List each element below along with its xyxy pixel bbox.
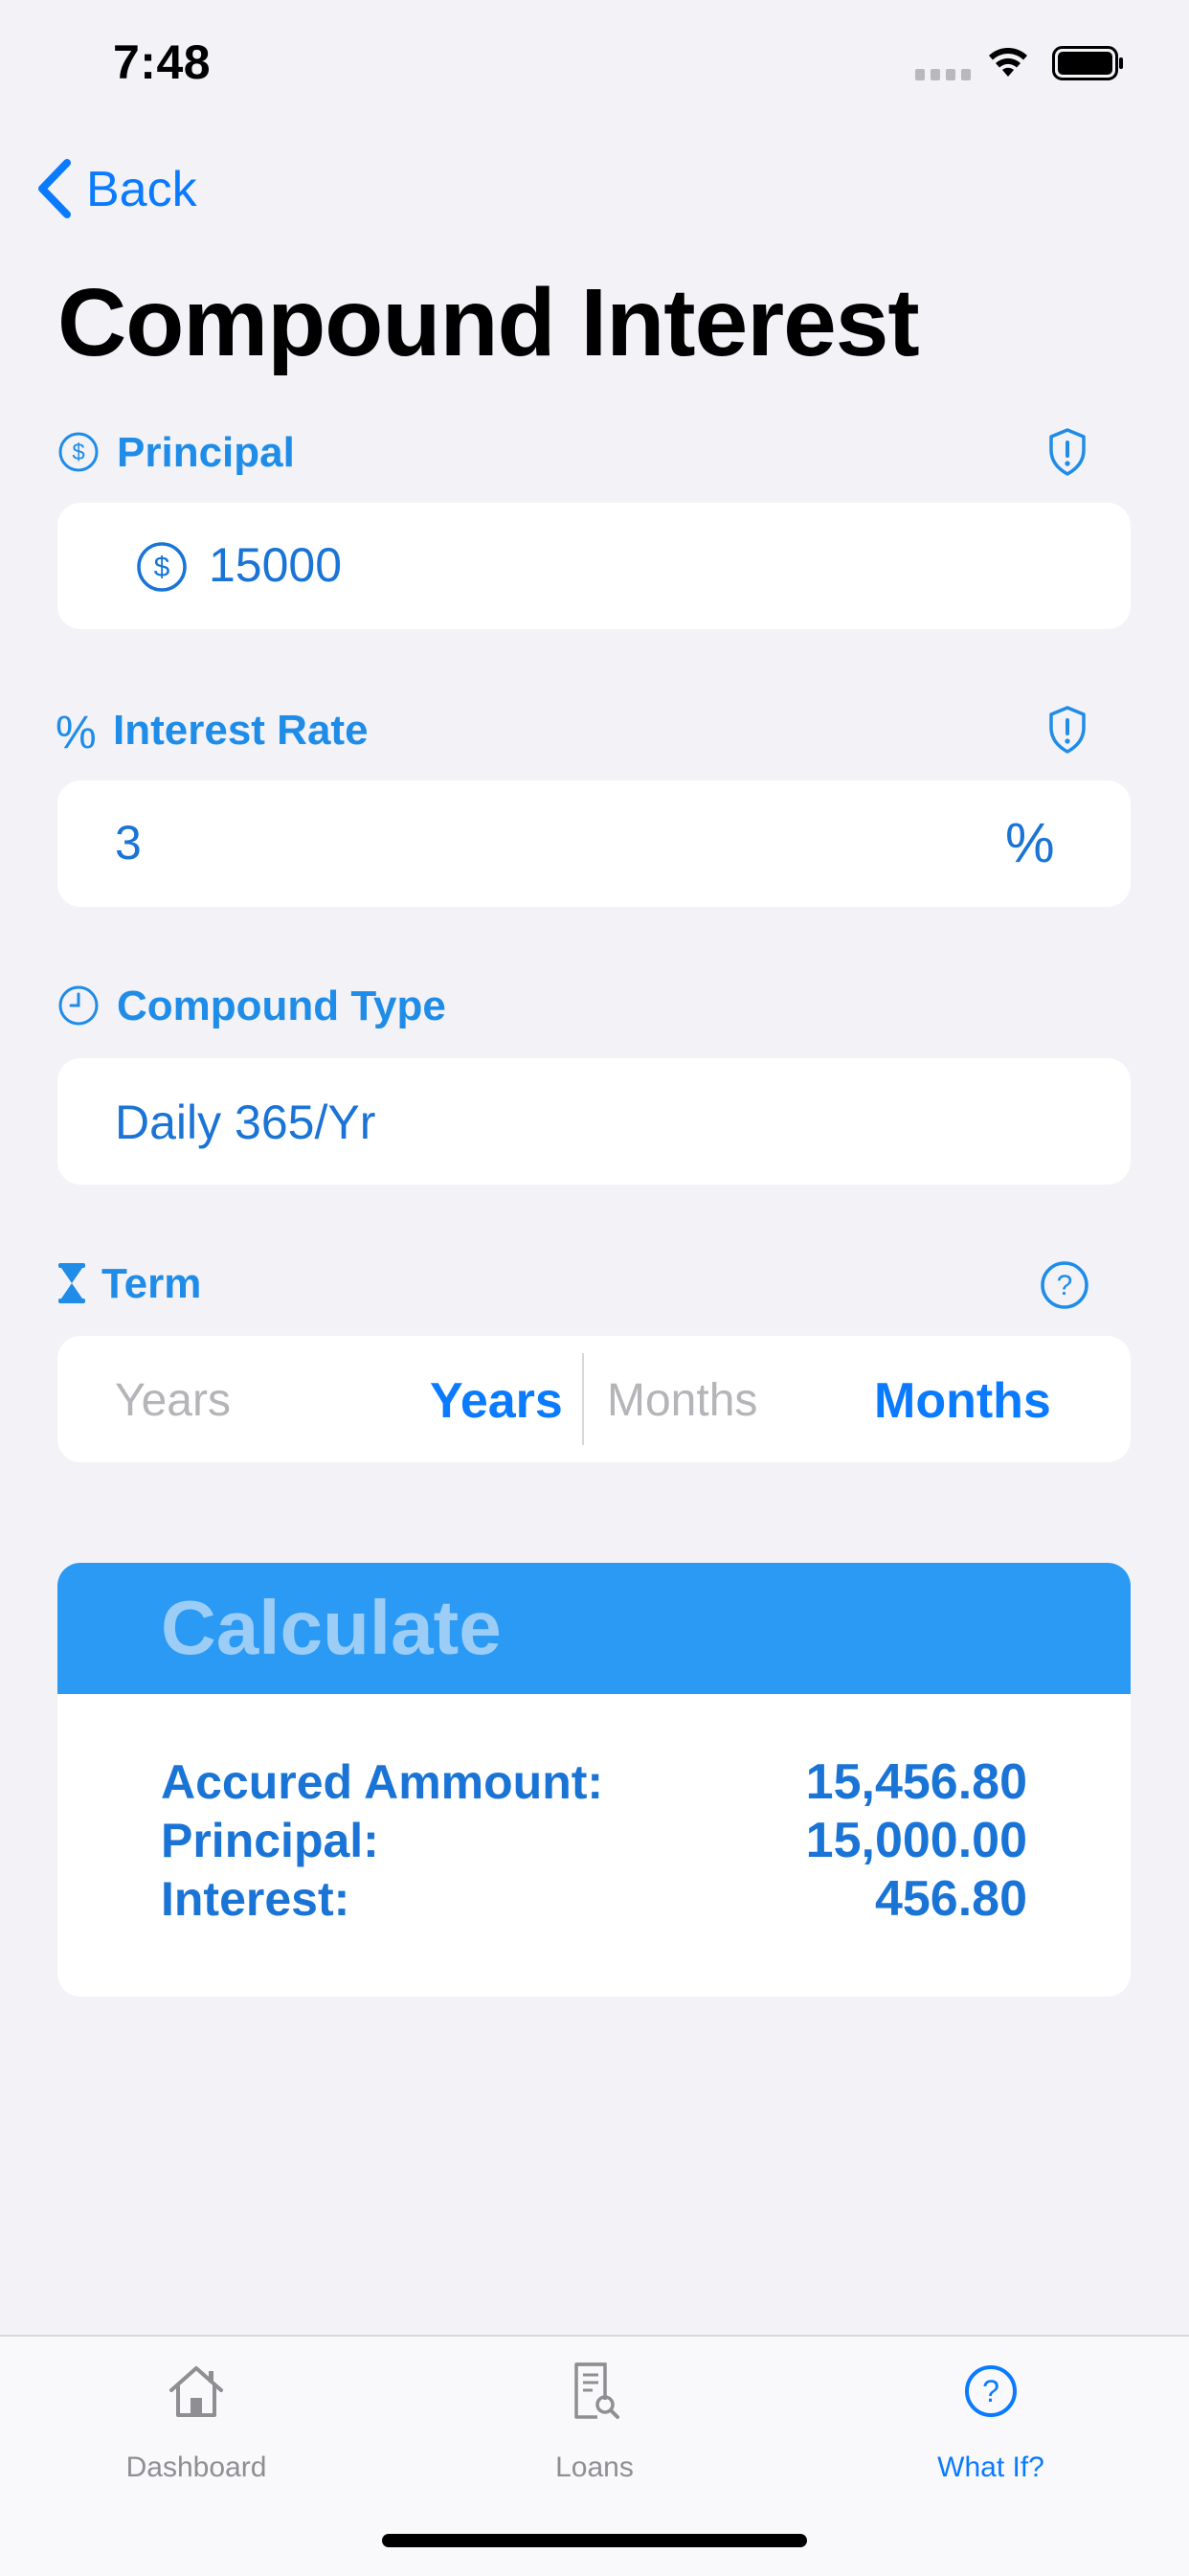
- clock-icon: [58, 985, 99, 1026]
- document-search-icon: [574, 2362, 619, 2419]
- calculate-button[interactable]: Calculate: [57, 1563, 1131, 1694]
- calculate-label: Calculate: [161, 1585, 502, 1670]
- svg-text:$: $: [72, 440, 84, 465]
- battery-icon: [1052, 46, 1123, 80]
- home-indicator[interactable]: [382, 2534, 807, 2547]
- question-circle-icon: ?: [965, 2365, 1017, 2417]
- compound-type-value[interactable]: Daily 365/Yr: [115, 1095, 375, 1150]
- months-unit-label: Months: [874, 1373, 1051, 1429]
- term-input-group: Years Years Months Months: [57, 1336, 1131, 1462]
- compound-type-label: Compound Type: [117, 983, 446, 1029]
- years-input[interactable]: Years: [115, 1374, 231, 1427]
- interest-rate-value[interactable]: 3: [115, 815, 142, 870]
- results-card: Calculate Accured Ammount: 15,456.80 Pri…: [57, 1563, 1131, 1997]
- interest-result-label: Interest:: [161, 1872, 350, 1926]
- percent-unit: %: [1005, 812, 1055, 874]
- tab-what-if[interactable]: ? What If?: [900, 2337, 1082, 2490]
- principal-result-label: Principal:: [161, 1814, 379, 1867]
- wifi-icon: [989, 48, 1027, 77]
- tab-label: Loans: [555, 2452, 634, 2483]
- page-title: Compound Interest: [57, 269, 920, 376]
- status-time: 7:48: [113, 35, 212, 89]
- back-chevron-icon[interactable]: [34, 157, 75, 220]
- interest-result-value: 456.80: [874, 1871, 1027, 1927]
- months-input[interactable]: Months: [607, 1374, 757, 1427]
- principal-label: Principal: [117, 429, 295, 476]
- interest-rate-label: Interest Rate: [113, 707, 369, 754]
- principal-field[interactable]: $ 15000: [57, 503, 1131, 629]
- question-circle-icon[interactable]: ?: [1040, 1260, 1089, 1310]
- tab-dashboard[interactable]: Dashboard: [105, 2337, 287, 2490]
- compound-type-picker[interactable]: Daily 365/Yr: [57, 1058, 1131, 1185]
- dollar-circle-icon: $: [58, 432, 99, 472]
- accrued-amount-value: 15,456.80: [805, 1754, 1027, 1810]
- term-divider: [582, 1353, 584, 1445]
- tab-label: Dashboard: [125, 2452, 267, 2483]
- years-unit-label: Years: [430, 1373, 563, 1429]
- accrued-amount-label: Accured Ammount:: [161, 1755, 604, 1809]
- dollar-circle-icon: $: [137, 542, 187, 592]
- tab-label: What If?: [937, 2452, 1044, 2483]
- percent-icon: %: [56, 708, 97, 758]
- shield-alert-icon[interactable]: [1047, 705, 1088, 755]
- svg-text:?: ?: [982, 2374, 999, 2408]
- svg-text:?: ?: [1057, 1270, 1073, 1301]
- house-icon: [169, 2366, 223, 2417]
- tab-loans[interactable]: Loans: [504, 2337, 685, 2490]
- shield-alert-icon[interactable]: [1047, 427, 1088, 477]
- hourglass-icon: [58, 1263, 85, 1303]
- back-button[interactable]: Back: [86, 161, 197, 218]
- term-label: Term: [101, 1260, 202, 1307]
- principal-result-value: 15,000.00: [805, 1813, 1027, 1868]
- principal-value[interactable]: 15000: [209, 537, 342, 593]
- cellular-signal-icon: [915, 69, 971, 80]
- svg-text:$: $: [154, 552, 170, 583]
- interest-rate-field[interactable]: 3 %: [57, 780, 1131, 907]
